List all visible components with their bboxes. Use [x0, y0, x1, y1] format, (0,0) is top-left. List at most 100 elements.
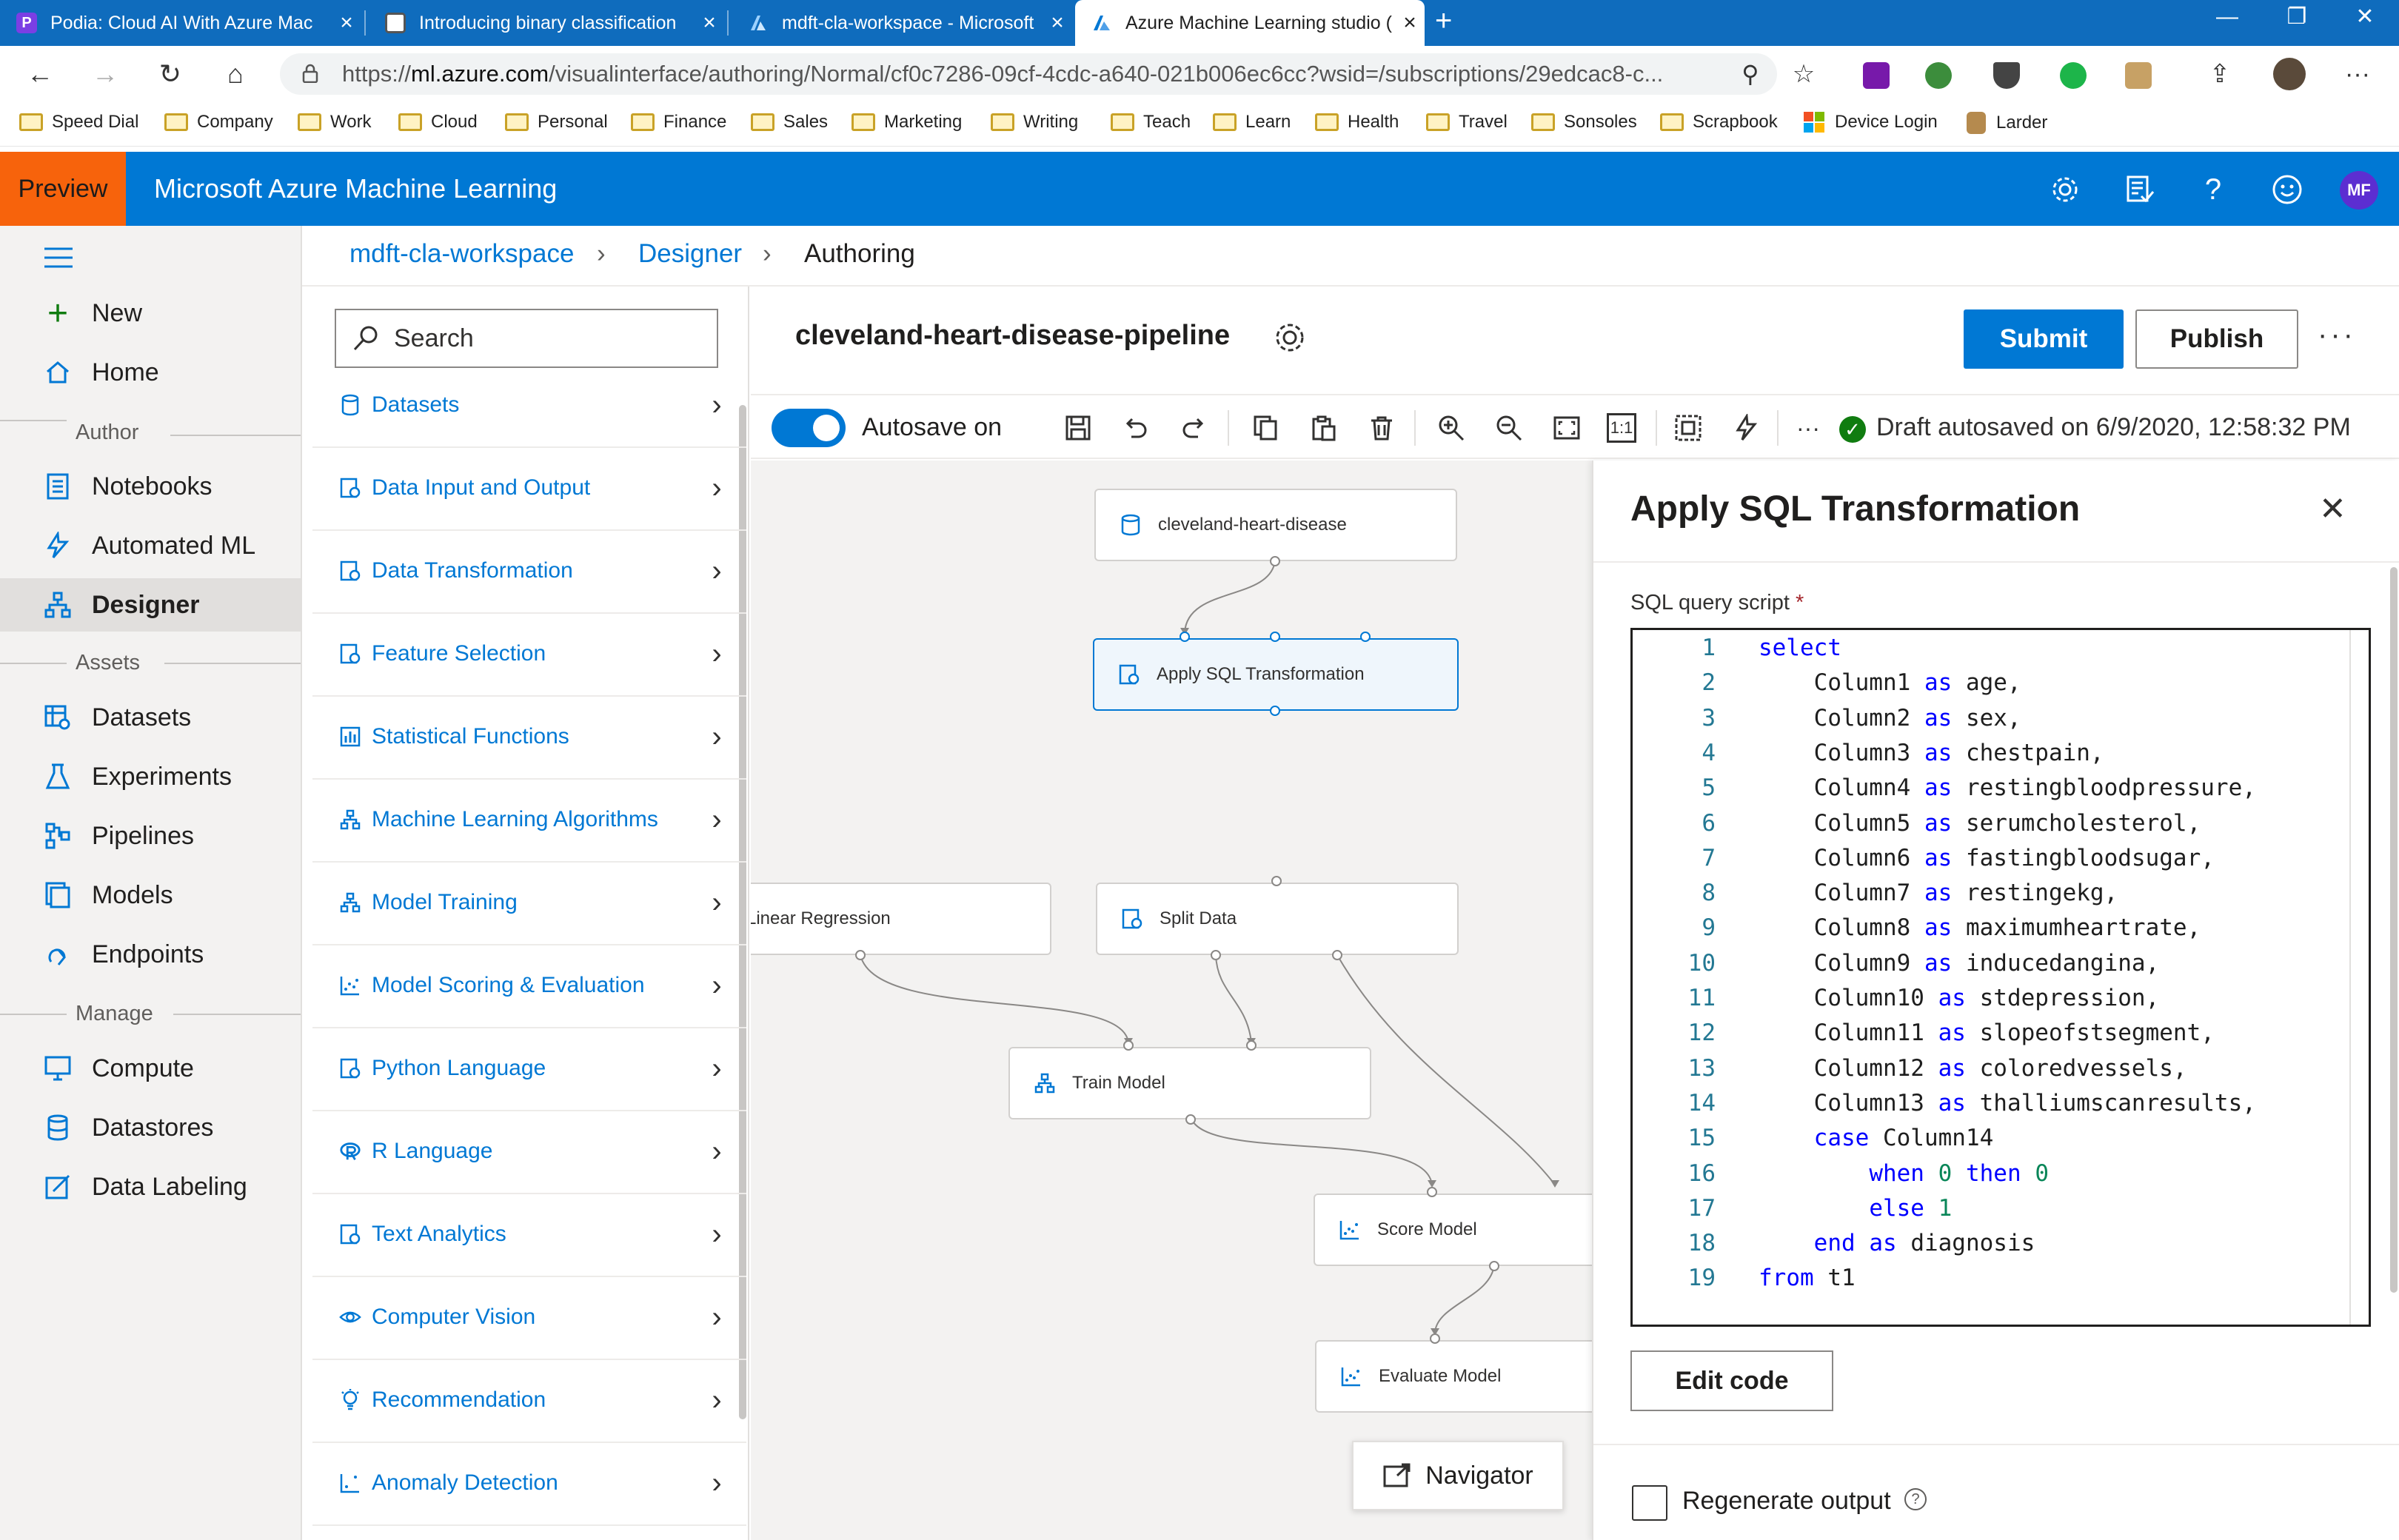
chevron-right-icon[interactable]: ›	[687, 720, 746, 754]
chevron-right-icon[interactable]: ›	[687, 1467, 746, 1500]
favorite-writing[interactable]: Writing	[991, 112, 1078, 133]
quick-action-icon[interactable]	[1728, 410, 1764, 446]
paste-icon[interactable]	[1306, 410, 1342, 446]
favorite-larder[interactable]: Larder	[1967, 112, 2047, 134]
notebook-feedback-icon[interactable]	[2122, 173, 2156, 207]
module-category-data-input-and-output[interactable]: Data Input and Output ›	[312, 446, 746, 531]
favorite-travel[interactable]: Travel	[1426, 112, 1508, 133]
module-category-computer-vision[interactable]: Computer Vision ›	[312, 1276, 746, 1360]
output-port[interactable]	[855, 950, 866, 960]
nav-new[interactable]: + New	[0, 287, 301, 340]
chevron-right-icon[interactable]: ›	[687, 1218, 746, 1251]
module-category-python-language[interactable]: Python Language ›	[312, 1027, 746, 1111]
chevron-right-icon[interactable]: ›	[687, 555, 746, 588]
home-button[interactable]: ⌂	[218, 56, 253, 92]
favorite-device-login[interactable]: Device Login	[1804, 112, 1938, 133]
chevron-right-icon[interactable]: ›	[687, 803, 746, 837]
chevron-right-icon[interactable]: ›	[687, 389, 746, 422]
tab-close-icon[interactable]: ×	[1395, 10, 1425, 36]
node-train-model[interactable]: Train Model	[1008, 1047, 1371, 1119]
node-apply-sql-transformation[interactable]: Apply SQL Transformation	[1093, 638, 1459, 711]
extension-icon[interactable]	[1925, 62, 1952, 89]
info-icon[interactable]: ?	[1904, 1488, 1927, 1510]
favorite-work[interactable]: Work	[298, 112, 372, 133]
pipeline-title[interactable]: cleveland-heart-disease-pipeline	[795, 320, 1230, 352]
output-port[interactable]	[1185, 1114, 1196, 1125]
tab-close-icon[interactable]: ×	[332, 10, 361, 36]
favorite-learn[interactable]: Learn	[1213, 112, 1291, 133]
node-evaluate-model[interactable]: Evaluate Model	[1315, 1340, 1592, 1413]
chevron-right-icon[interactable]: ›	[687, 1135, 746, 1168]
avatar[interactable]: MF	[2340, 171, 2378, 210]
minimize-window-button[interactable]: —	[2192, 0, 2263, 37]
module-category-recommendation[interactable]: Recommendation ›	[312, 1359, 746, 1443]
browser-more-icon[interactable]: ···	[2340, 56, 2375, 92]
node-linear-regression[interactable]: Linear Regression	[751, 883, 1051, 955]
output-port[interactable]	[1270, 556, 1280, 566]
browser-tab-azure-ml-studio[interactable]: Azure Machine Learning studio ( ×	[1075, 0, 1425, 46]
submit-button[interactable]: Submit	[1964, 309, 2124, 369]
smiley-icon[interactable]	[2270, 173, 2304, 207]
favorite-sales[interactable]: Sales	[751, 112, 828, 133]
nav-data-labeling[interactable]: Data Labeling	[0, 1160, 301, 1213]
input-port[interactable]	[1360, 632, 1371, 642]
nav-home[interactable]: Home	[0, 346, 301, 399]
module-category-feature-selection[interactable]: Feature Selection ›	[312, 612, 746, 697]
output-port[interactable]	[1332, 950, 1342, 960]
pipeline-canvas[interactable]: cleveland-heart-disease Apply SQL Transf…	[751, 461, 1592, 1540]
autosave-toggle[interactable]	[772, 409, 846, 447]
favorite-finance[interactable]: Finance	[631, 112, 726, 133]
nav-notebooks[interactable]: Notebooks	[0, 460, 301, 513]
pipeline-settings-icon[interactable]	[1272, 320, 1308, 355]
favorite-speed-dial[interactable]: Speed Dial	[19, 112, 138, 133]
chevron-right-icon[interactable]: ›	[687, 886, 746, 920]
hamburger-icon[interactable]	[43, 245, 74, 270]
nav-experiments[interactable]: Experiments	[0, 750, 301, 803]
refresh-button[interactable]: ↻	[153, 56, 188, 92]
chevron-right-icon[interactable]: ›	[687, 1301, 746, 1334]
profile-photo[interactable]	[2273, 58, 2306, 90]
input-port[interactable]	[1430, 1333, 1440, 1344]
help-icon[interactable]: ?	[2196, 173, 2230, 207]
module-category-model-scoring-evaluation[interactable]: Model Scoring & Evaluation ›	[312, 944, 746, 1028]
nav-models[interactable]: Models	[0, 868, 301, 922]
editor-scrollbar[interactable]	[2349, 630, 2369, 1325]
browser-tab-workspace[interactable]: mdft-cla-workspace - Microsoft ×	[732, 0, 1072, 46]
nav-endpoints[interactable]: Endpoints	[0, 928, 301, 981]
favorite-health[interactable]: Health	[1315, 112, 1399, 133]
back-button[interactable]: ←	[22, 56, 58, 92]
chevron-right-icon[interactable]: ›	[687, 637, 746, 671]
save-icon[interactable]	[1060, 410, 1096, 446]
nav-pipelines[interactable]: Pipelines	[0, 809, 301, 863]
browser-tab-podia[interactable]: P Podia: Cloud AI With Azure Mac ×	[0, 0, 361, 46]
new-tab-button[interactable]: +	[1435, 4, 1452, 38]
module-category-machine-learning-algorithms[interactable]: Machine Learning Algorithms ›	[312, 778, 746, 863]
module-category-data-transformation[interactable]: Data Transformation ›	[312, 529, 746, 614]
input-port[interactable]	[1270, 632, 1280, 642]
properties-scrollbar[interactable]	[2390, 567, 2398, 1293]
input-port[interactable]	[1123, 1040, 1134, 1051]
extension-box-icon[interactable]	[2125, 62, 2152, 89]
grid-select-icon[interactable]	[1670, 410, 1706, 446]
node-score-model[interactable]: Score Model	[1314, 1194, 1592, 1266]
url-field[interactable]: https://ml.azure.com/visualinterface/aut…	[280, 53, 1777, 95]
module-category-anomaly-detection[interactable]: Anomaly Detection ›	[312, 1442, 746, 1526]
chevron-right-icon[interactable]: ›	[687, 1052, 746, 1085]
nav-datasets[interactable]: Datasets	[0, 691, 301, 744]
favorite-personal[interactable]: Personal	[505, 112, 608, 133]
favorite-star-icon[interactable]: ☆	[1786, 56, 1821, 92]
tab-close-icon[interactable]: ×	[695, 10, 724, 36]
edit-code-button[interactable]: Edit code	[1630, 1350, 1833, 1411]
chevron-right-icon[interactable]: ›	[687, 1384, 746, 1417]
preview-badge[interactable]: Preview	[0, 152, 126, 226]
breadcrumb-designer[interactable]: Designer	[638, 239, 742, 269]
zoom-in-icon[interactable]	[1433, 410, 1469, 446]
favorite-marketing[interactable]: Marketing	[851, 112, 962, 133]
extension-b-icon[interactable]	[2060, 62, 2087, 89]
actual-size-icon[interactable]: 1:1	[1607, 413, 1636, 443]
browser-tab-binary-classification[interactable]: Introducing binary classification ×	[369, 0, 724, 46]
input-port[interactable]	[1271, 876, 1282, 886]
close-window-button[interactable]: ✕	[2329, 0, 2399, 37]
favorite-scrapbook[interactable]: Scrapbook	[1660, 112, 1778, 133]
module-category-text-analytics[interactable]: Text Analytics ›	[312, 1193, 746, 1277]
